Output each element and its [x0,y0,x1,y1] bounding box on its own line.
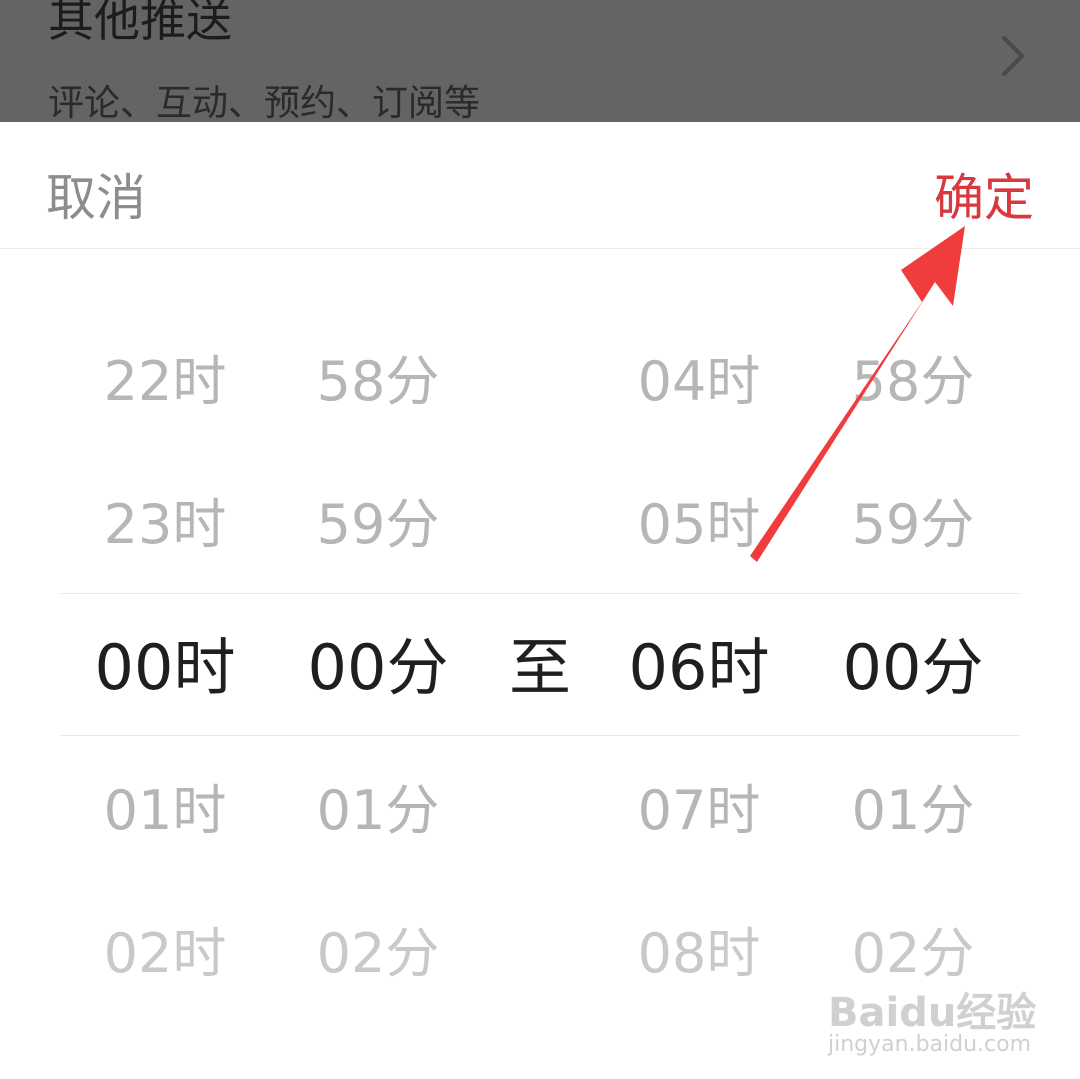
wheel-item[interactable]: 01时 [65,739,265,882]
wheel-item[interactable]: 58分 [813,310,1013,453]
wheel-item[interactable]: 58分 [278,310,478,453]
confirm-button[interactable]: 确定 [934,158,1034,230]
wheel-item-selected[interactable]: 06时 [599,596,799,739]
wheel-item[interactable]: 02分 [278,882,478,1025]
start-hour-wheel[interactable]: 22时 23时 00时 01时 02时 [65,310,265,1025]
setting-title: 其他推送 [48,0,232,47]
other-push-setting-row: 其他推送 评论、互动、预约、订阅等 [0,0,1080,124]
watermark-logo: Baidu经验 [828,990,1037,1036]
wheel-item-selected[interactable]: 00分 [278,596,478,739]
range-separator: 至 [508,631,571,704]
watermark-url: jingyan.baidu.com [828,1032,1032,1057]
chevron-right-icon [1002,36,1024,76]
wheel-item[interactable]: 04时 [599,310,799,453]
wheel-item-selected[interactable]: 00分 [813,596,1013,739]
wheel-item[interactable]: 22时 [65,310,265,453]
wheel-item[interactable]: 05时 [599,453,799,596]
end-hour-wheel[interactable]: 04时 05时 06时 07时 08时 [599,310,799,1025]
wheel-item[interactable]: 59分 [813,453,1013,596]
setting-subtitle: 评论、互动、预约、订阅等 [48,83,481,124]
screen: 其他推送 评论、互动、预约、订阅等 取消 确定 22时 23时 00时 01时 … [0,0,1080,1079]
end-minute-wheel[interactable]: 58分 59分 00分 01分 02分 [813,310,1013,1025]
start-minute-wheel[interactable]: 58分 59分 00分 01分 02分 [278,310,478,1025]
time-picker-sheet: 取消 确定 22时 23时 00时 01时 02时 58分 59分 00分 01… [0,122,1080,1079]
wheel-item[interactable]: 01分 [278,739,478,882]
wheel-item[interactable]: 08时 [599,882,799,1025]
wheel-item-selected[interactable]: 00时 [65,596,265,739]
wheel-item[interactable]: 01分 [813,739,1013,882]
cancel-button[interactable]: 取消 [46,158,146,230]
wheel-item[interactable]: 59分 [278,453,478,596]
wheel-item[interactable]: 02时 [65,882,265,1025]
wheel-item[interactable]: 23时 [65,453,265,596]
picker-header: 取消 确定 [0,122,1080,249]
wheel-item[interactable]: 07时 [599,739,799,882]
